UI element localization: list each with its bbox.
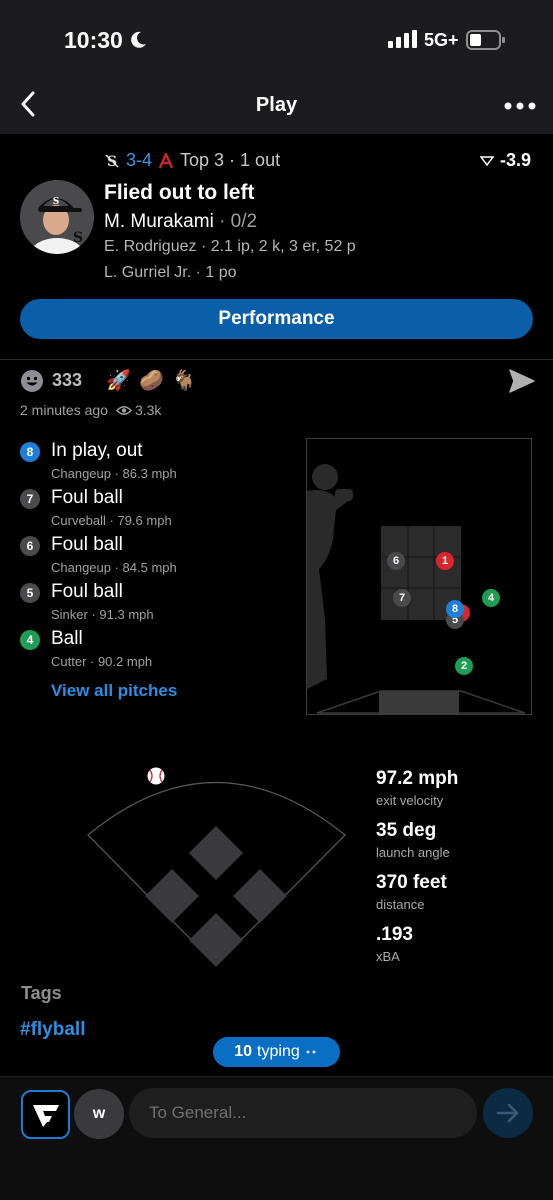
- zone-pitch-marker[interactable]: 1: [436, 552, 454, 570]
- status-time: 10:30: [64, 27, 123, 53]
- divider: [0, 359, 553, 360]
- spray-field-chart: [87, 767, 346, 967]
- view-count: 3.3k: [134, 402, 162, 418]
- pitch-item[interactable]: 4 Ball Cutter · 90.2 mph: [20, 628, 290, 675]
- pitch-result: Foul ball: [51, 487, 123, 508]
- goat-emoji[interactable]: 🐐: [172, 368, 197, 393]
- stat-label: distance: [376, 897, 425, 912]
- typing-label: typing: [257, 1043, 300, 1060]
- app-logo-icon: [32, 1104, 59, 1127]
- zone-pitch-marker[interactable]: 8: [446, 600, 464, 618]
- send-button[interactable]: [483, 1088, 533, 1138]
- white-sox-logo-icon: S: [105, 154, 119, 170]
- view-all-pitches-link[interactable]: View all pitches: [51, 681, 177, 701]
- play-title: Flied out to left: [104, 181, 255, 204]
- pitch-result: Foul ball: [51, 534, 123, 555]
- pitch-item[interactable]: 5 Foul ball Sinker · 91.3 mph: [20, 581, 290, 628]
- diamondbacks-logo-icon: [158, 152, 174, 168]
- svg-text:S: S: [53, 197, 60, 207]
- stat-exit-velocity: 97.2 mph exit velocity: [376, 768, 458, 808]
- stat-value: 97.2 mph: [376, 768, 459, 789]
- pitch-result: Foul ball: [51, 581, 123, 602]
- stat-label: exit velocity: [376, 793, 444, 808]
- pitch-number-badge: 6: [20, 536, 40, 556]
- reaction-count: 333: [52, 370, 83, 390]
- stat-xba: .193 xBA: [376, 924, 413, 964]
- player-photo: S S: [20, 180, 94, 254]
- pitch-detail: Changeup · 84.5 mph: [51, 560, 177, 575]
- composer: w: [0, 1076, 553, 1200]
- rocket-emoji[interactable]: 🚀: [106, 368, 131, 393]
- zone-pitch-marker[interactable]: 4: [482, 589, 500, 607]
- message-input[interactable]: [129, 1088, 477, 1138]
- baseball-icon: [147, 767, 165, 785]
- zone-pitch-marker[interactable]: 2: [455, 657, 473, 675]
- pitch-number-badge: 7: [20, 489, 40, 509]
- zone-pitch-marker[interactable]: 7: [393, 589, 411, 607]
- nav-bar: Play: [0, 70, 553, 134]
- stat-distance: 370 feet distance: [376, 872, 447, 912]
- fielder-line[interactable]: L. Gurriel Jr. · 1 po: [104, 264, 237, 282]
- pitch-detail: Curveball · 79.6 mph: [51, 513, 172, 528]
- strike-zone-graphic: [307, 464, 526, 714]
- potato-emoji[interactable]: 🥔: [139, 368, 164, 393]
- battery-icon: [466, 30, 505, 50]
- svg-text:S: S: [73, 230, 83, 246]
- player-avatar[interactable]: S S: [20, 180, 94, 254]
- network-type: 5G+: [424, 30, 459, 50]
- meta-row: 2 minutes ago 3.3k: [20, 402, 161, 418]
- stat-label: xBA: [376, 949, 400, 964]
- typing-count: 10: [234, 1043, 253, 1060]
- pitcher-line[interactable]: E. Rodriguez · 2.1 ip, 2 k, 3 er, 52 p: [104, 238, 356, 256]
- moon-icon: [131, 31, 146, 48]
- stat-launch-angle: 35 deg launch angle: [376, 820, 450, 860]
- stat-value: 370 feet: [376, 872, 447, 893]
- pitch-item[interactable]: 6 Foul ball Changeup · 84.5 mph: [20, 534, 290, 581]
- app-switch-button[interactable]: [21, 1090, 70, 1139]
- pitch-result: In play, out: [51, 440, 143, 461]
- pitch-detail: Sinker · 91.3 mph: [51, 607, 154, 622]
- pitch-result: Ball: [51, 628, 83, 649]
- send-share-icon[interactable]: [508, 368, 536, 394]
- arrow-right-icon: [496, 1103, 519, 1123]
- reaction-row: 333 🚀 🥔 🐐: [20, 368, 197, 393]
- signal-icon: [388, 30, 417, 48]
- pitch-number-badge: 5: [20, 583, 40, 603]
- typing-indicator[interactable]: 10 typing: [213, 1037, 340, 1067]
- tags-heading: Tags: [21, 983, 62, 1003]
- performance-button[interactable]: Performance: [20, 299, 533, 339]
- pitch-detail: Cutter · 90.2 mph: [51, 654, 153, 669]
- status-bar: 10:30 5G+: [0, 0, 553, 70]
- batter-line: M. Murakami · 0/2: [104, 211, 257, 233]
- stat-value: .193: [376, 924, 413, 945]
- score-row: S 3-4 Top 3 · 1 out: [104, 150, 280, 171]
- user-avatar-button[interactable]: w: [74, 1089, 124, 1139]
- more-icon[interactable]: [500, 92, 540, 120]
- score: 3-4: [126, 150, 153, 170]
- pitch-item[interactable]: 7 Foul ball Curveball · 79.6 mph: [20, 487, 290, 534]
- zone-pitch-marker[interactable]: 6: [387, 552, 405, 570]
- win-prob-value: -3.9: [500, 150, 532, 170]
- pitch-list: 8 In play, out Changeup · 86.3 mph 7 Fou…: [20, 440, 290, 675]
- stat-value: 35 deg: [376, 820, 437, 841]
- pitch-detail: Changeup · 86.3 mph: [51, 466, 177, 481]
- strike-zone-chart[interactable]: 1 6 7 4 5 8 2: [306, 438, 532, 715]
- pitch-number-badge: 8: [20, 442, 40, 462]
- time-ago: 2 minutes ago: [20, 402, 108, 418]
- pitch-number-badge: 4: [20, 630, 40, 650]
- typing-dots-icon: [306, 1050, 316, 1054]
- tag-flyball[interactable]: #flyball: [20, 1019, 85, 1041]
- win-probability-delta: -3.9: [480, 150, 531, 171]
- pitch-item[interactable]: 8 In play, out Changeup · 86.3 mph: [20, 440, 290, 487]
- batter-stats: · 0/2: [213, 211, 258, 232]
- stat-label: launch angle: [376, 845, 450, 860]
- down-wedge-icon: [480, 155, 494, 166]
- eye-icon: [115, 405, 132, 415]
- page-title: Play: [255, 94, 298, 116]
- batter-silhouette: [307, 464, 353, 689]
- batter-name[interactable]: M. Murakami: [104, 211, 214, 232]
- inning-status: Top 3 · 1 out: [180, 150, 281, 170]
- smiley-icon[interactable]: [20, 369, 44, 393]
